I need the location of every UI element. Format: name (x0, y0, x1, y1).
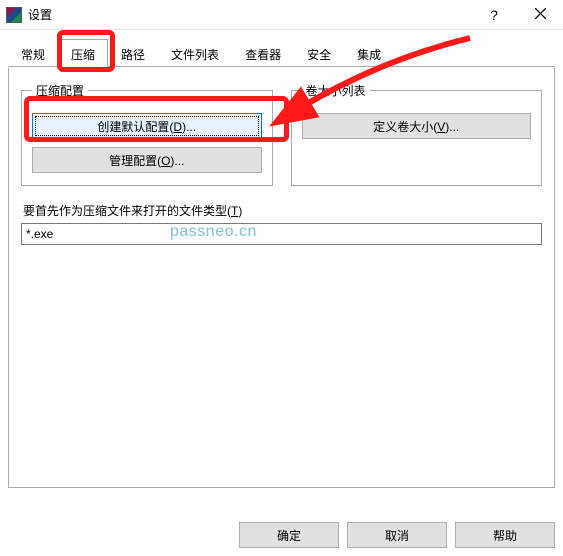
define-volume-sizes-button[interactable]: 定义卷大小(V)... (302, 113, 532, 139)
dialog-footer: 确定 取消 帮助 (239, 522, 555, 548)
group-volume-sizes: 卷大小列表 定义卷大小(V)... (291, 82, 543, 186)
window-title: 设置 (28, 6, 471, 23)
question-icon: ? (490, 7, 498, 23)
tab-strip: 常规 压缩 路径 文件列表 查看器 安全 集成 (0, 30, 563, 67)
title-bar: 设置 ? (0, 0, 563, 30)
create-default-profile-button[interactable]: 创建默认配置(D)... (32, 113, 262, 139)
filetype-input[interactable] (21, 223, 542, 245)
tab-paths[interactable]: 路径 (108, 39, 158, 68)
group-compression-profiles: 压缩配置 创建默认配置(D)... 管理配置(O)... (21, 82, 273, 186)
group-volume-sizes-legend: 卷大小列表 (302, 82, 370, 99)
manage-profiles-button[interactable]: 管理配置(O)... (32, 147, 262, 173)
help-button-footer[interactable]: 帮助 (455, 522, 555, 548)
window-buttons: ? (471, 0, 563, 30)
close-button[interactable] (517, 0, 563, 30)
close-icon (535, 8, 546, 22)
tab-viewer[interactable]: 查看器 (232, 39, 294, 68)
ok-button[interactable]: 确定 (239, 522, 339, 548)
app-icon (6, 7, 22, 23)
filetype-label: 要首先作为压缩文件来打开的文件类型(T) (23, 202, 542, 219)
tab-security[interactable]: 安全 (294, 39, 344, 68)
help-button[interactable]: ? (471, 0, 517, 30)
group-compression-profiles-legend: 压缩配置 (32, 82, 88, 99)
tab-compression[interactable]: 压缩 (58, 39, 108, 68)
tab-general[interactable]: 常规 (8, 39, 58, 68)
cancel-button[interactable]: 取消 (347, 522, 447, 548)
tab-filelist[interactable]: 文件列表 (158, 39, 232, 68)
tab-integration[interactable]: 集成 (344, 39, 394, 68)
tab-panel: 压缩配置 创建默认配置(D)... 管理配置(O)... 卷大小列表 定义卷大小… (8, 68, 555, 488)
